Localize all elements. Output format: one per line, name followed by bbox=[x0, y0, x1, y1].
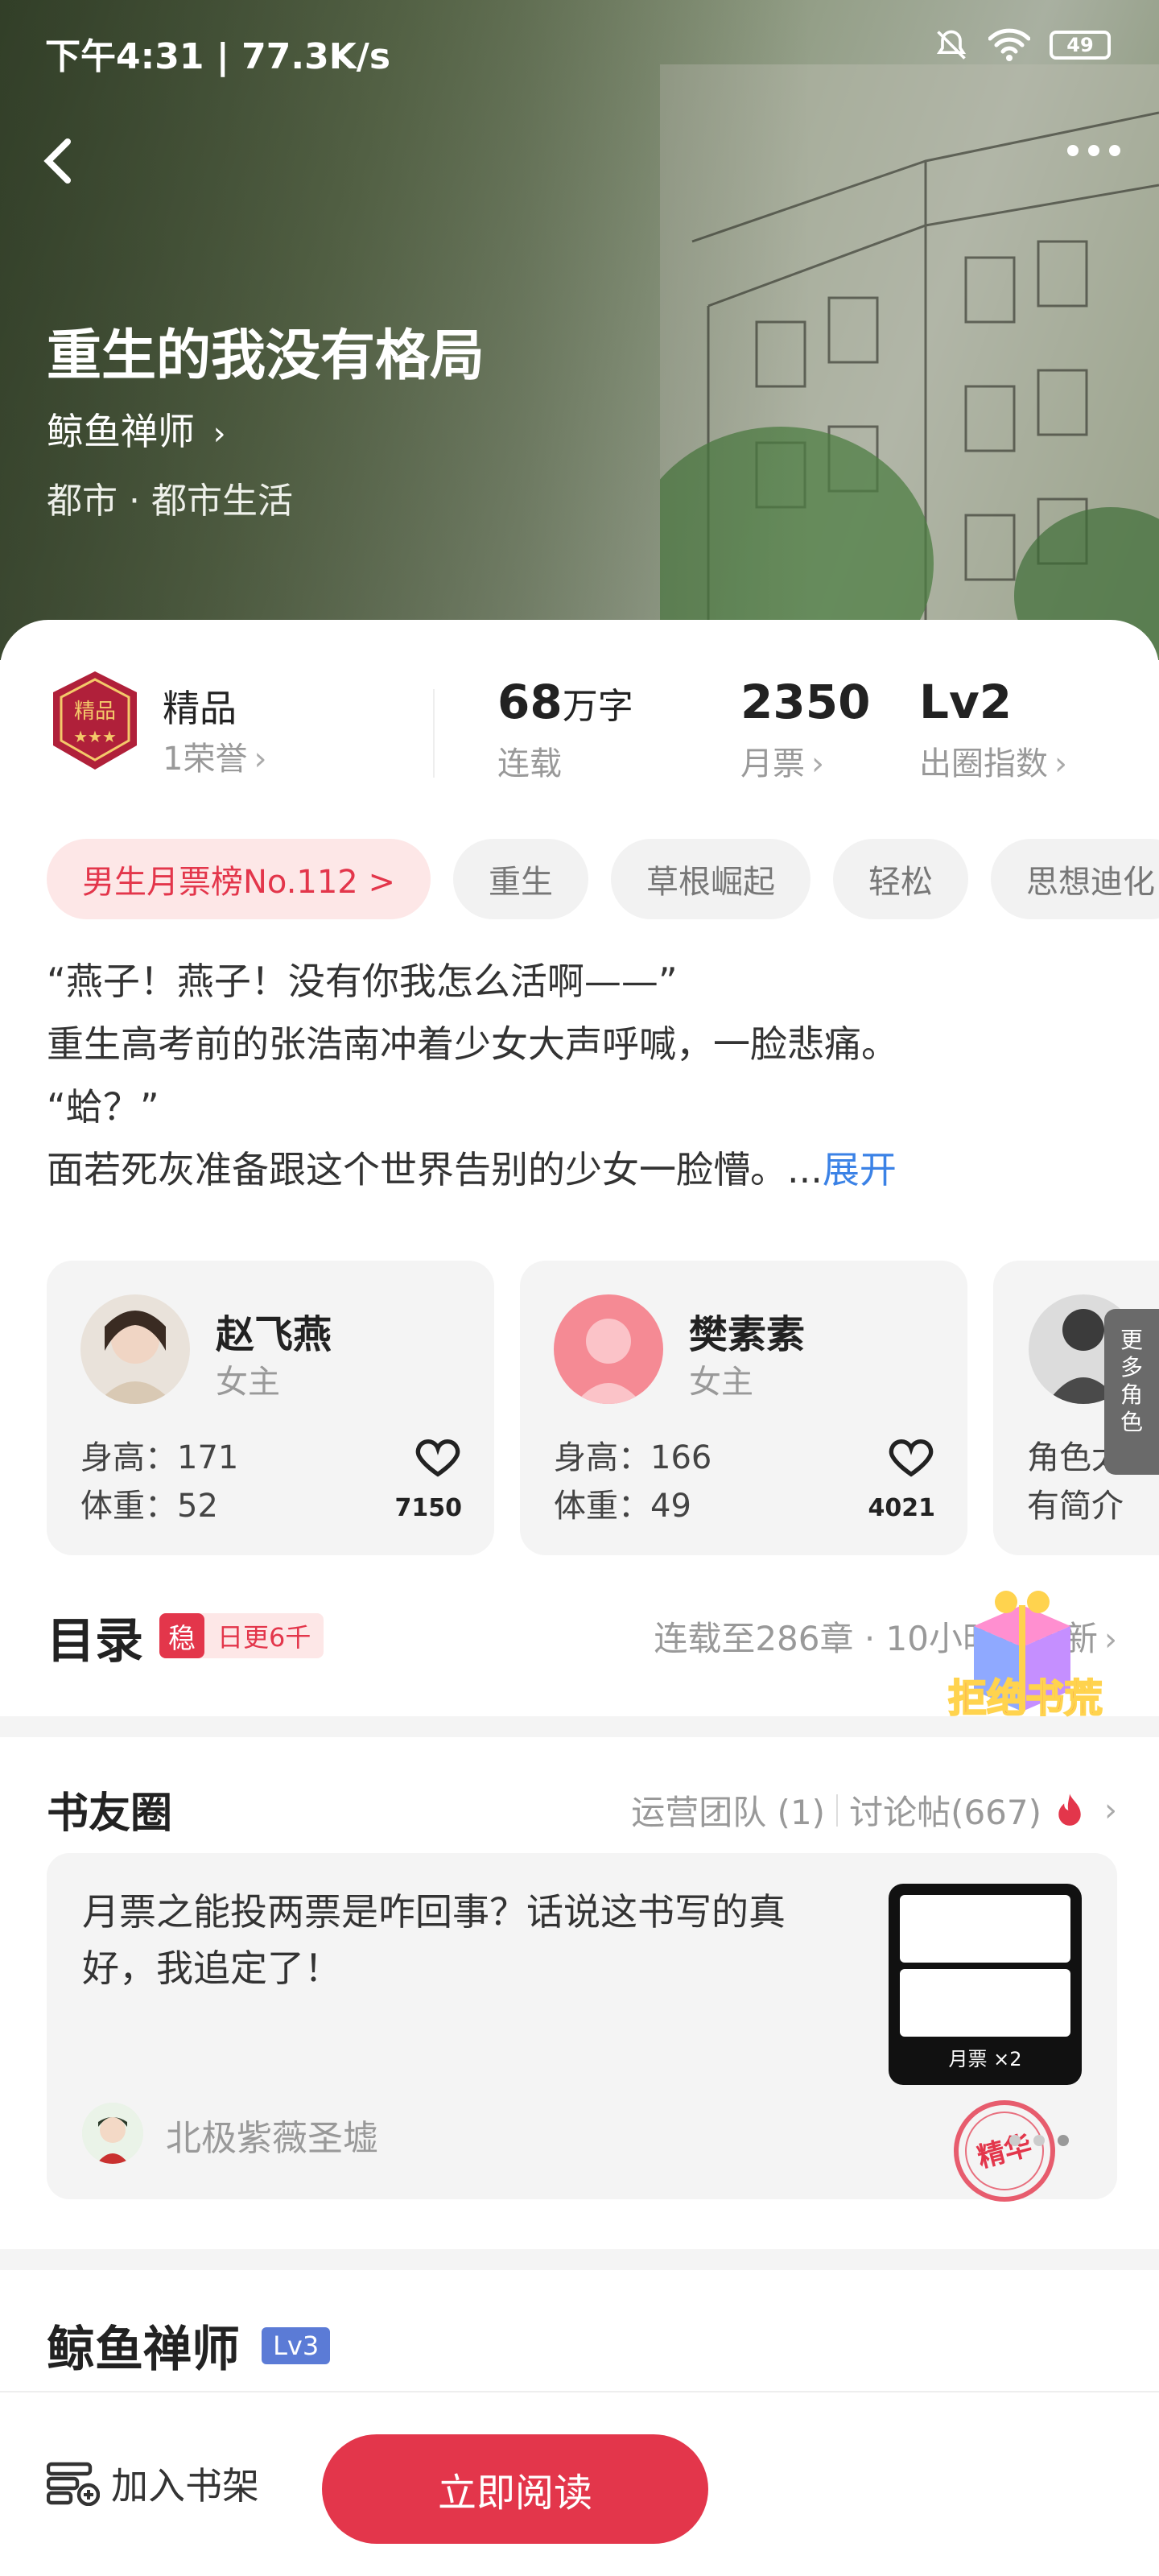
post-username[interactable]: 北极紫薇圣墟 bbox=[166, 2109, 378, 2161]
chevron-right-icon: › bbox=[212, 415, 226, 452]
back-arrow-icon[interactable] bbox=[26, 129, 90, 193]
author-section[interactable]: 鲸鱼禅师 Lv3 bbox=[47, 2310, 331, 2380]
author-section-name: 鲸鱼禅师 bbox=[47, 2322, 240, 2378]
heart-icon[interactable] bbox=[412, 1431, 464, 1483]
chevron-right-icon: › bbox=[254, 741, 267, 778]
svg-text:★★★: ★★★ bbox=[73, 727, 117, 746]
character-role: 女主 bbox=[689, 1364, 753, 1401]
character-weight: 体重：49 bbox=[554, 1488, 691, 1525]
character-name: 赵飞燕 bbox=[216, 1312, 332, 1357]
honor-link[interactable]: 1荣誉 › bbox=[163, 733, 266, 779]
circle-title: 书友圈 bbox=[47, 1790, 173, 1838]
tag-item[interactable]: 重生 bbox=[452, 839, 588, 919]
section-divider bbox=[0, 2249, 1159, 2270]
word-count-stat: 68万字 连载 bbox=[497, 675, 633, 784]
book-title: 重生的我没有格局 bbox=[47, 324, 485, 388]
character-height: 身高：166 bbox=[554, 1439, 712, 1476]
synopsis[interactable]: “燕子！燕子！没有你我怎么活啊——” 重生高考前的张浩南冲着少女大声呼喊，一脸悲… bbox=[47, 950, 1117, 1201]
heart-icon[interactable] bbox=[885, 1431, 937, 1483]
character-weight: 体重：52 bbox=[80, 1488, 218, 1525]
synopsis-line: 面若死灰准备跟这个世界告别的少女一脸懵。... bbox=[47, 1148, 823, 1191]
thumb-caption: 月票 ×2 bbox=[948, 2048, 1022, 2070]
character-name: 樊素素 bbox=[689, 1312, 806, 1357]
promo-label[interactable]: 拒绝书荒 bbox=[947, 1666, 1103, 1723]
carousel-dots bbox=[1009, 2135, 1069, 2146]
daily-update-label: 日更6千 bbox=[217, 1622, 311, 1653]
user-avatar[interactable] bbox=[82, 2103, 143, 2164]
quality-badge-icon: 精品 ★★★ bbox=[53, 671, 137, 770]
more-options-icon[interactable] bbox=[1067, 145, 1120, 156]
book-genre: 都市 · 都市生活 bbox=[47, 481, 293, 522]
popularity-level: Lv2 bbox=[919, 675, 1013, 729]
synopsis-line: “燕子！燕子！没有你我怎么活啊——” bbox=[47, 960, 678, 1003]
character-card[interactable]: 樊素素 女主 身高：166 体重：49 4021 bbox=[520, 1261, 967, 1555]
ops-team-link[interactable]: 运营团队 (1) bbox=[631, 1785, 825, 1835]
popularity-label: 出圈指数 bbox=[919, 745, 1048, 782]
synopsis-line: 重生高考前的张浩南冲着少女大声呼喊，一脸悲痛。 bbox=[47, 1022, 898, 1066]
wifi-icon bbox=[988, 28, 1030, 61]
monthly-ticket-value: 2350 bbox=[740, 675, 871, 729]
popularity-stat[interactable]: Lv2 出圈指数 › bbox=[919, 675, 1067, 784]
add-to-shelf-button[interactable]: 加入书架 bbox=[47, 2457, 259, 2510]
circle-meta[interactable]: 运营团队 (1) 讨论帖(667) › bbox=[631, 1785, 1117, 1835]
fire-icon bbox=[1058, 1793, 1081, 1826]
more-roles-button[interactable]: 更多角色 bbox=[1104, 1309, 1159, 1475]
author-level-badge: Lv3 bbox=[262, 2326, 331, 2364]
tag-item[interactable]: 思想迪化 bbox=[990, 839, 1159, 919]
chevron-right-icon: › bbox=[1104, 1791, 1117, 1829]
chevron-right-icon: › bbox=[1104, 1621, 1117, 1658]
character-card[interactable]: 赵飞燕 女主 身高：171 体重：52 7150 bbox=[47, 1261, 494, 1555]
author-name: 鲸鱼禅师 bbox=[47, 410, 195, 453]
add-to-shelf-label: 加入书架 bbox=[111, 2464, 259, 2508]
monthly-ticket-stat[interactable]: 2350 月票 › bbox=[740, 675, 870, 784]
read-now-button[interactable]: 立即阅读 bbox=[322, 2434, 708, 2544]
honor-count: 1荣誉 bbox=[163, 741, 248, 778]
stats-row: 精品 ★★★ 精品 1荣誉 › 68万字 连载 2350 月票 › Lv2 出圈指数… bbox=[47, 668, 1125, 789]
character-role: 女主 bbox=[216, 1364, 280, 1401]
character-avatar bbox=[80, 1294, 190, 1404]
synopsis-line: “蛤？” bbox=[47, 1085, 159, 1129]
character-avatar bbox=[554, 1294, 663, 1404]
chevron-right-icon: › bbox=[811, 745, 824, 782]
more-roles-label: 更多角色 bbox=[1120, 1327, 1144, 1435]
update-badge: 稳 日更6千 bbox=[159, 1613, 324, 1658]
tag-item[interactable]: 草根崛起 bbox=[610, 839, 810, 919]
author-link[interactable]: 鲸鱼禅师 › bbox=[47, 402, 226, 456]
expand-link[interactable]: 展开 bbox=[823, 1148, 897, 1191]
battery-icon: 49 bbox=[1050, 31, 1111, 60]
bell-off-icon bbox=[936, 30, 967, 60]
like-count: 7150 bbox=[394, 1494, 463, 1522]
character-height: 身高：171 bbox=[80, 1439, 239, 1476]
featured-stamp-icon: 精华 bbox=[954, 2100, 1055, 2202]
toc-title: 目录 bbox=[47, 1613, 143, 1670]
discussions-link[interactable]: 讨论帖(667) bbox=[849, 1785, 1041, 1835]
featured-post[interactable]: 月票之能投两票是咋回事？话说这书写的真好，我追定了！ 月票 ×2 北极紫薇圣墟 … bbox=[47, 1853, 1117, 2202]
quality-label: 精品 bbox=[163, 687, 237, 730]
bottom-action-bar: 加入书架 立即阅读 bbox=[0, 2391, 1159, 2576]
tag-list: 男生月票榜No.112 > 重生 草根崛起 轻松 思想迪化 bbox=[47, 839, 1159, 919]
word-count-unit: 万字 bbox=[562, 686, 633, 727]
monthly-ticket-label: 月票 bbox=[740, 745, 805, 782]
chevron-right-icon: › bbox=[1054, 745, 1067, 782]
character-list: 赵飞燕 女主 身高：171 体重：52 7150 樊素素 女主 身高：166 体… bbox=[47, 1261, 1159, 1555]
character-intro: 有简介 bbox=[1027, 1488, 1124, 1525]
steady-badge: 稳 bbox=[159, 1613, 204, 1658]
status-icons: 49 bbox=[934, 27, 1111, 63]
post-text: 月票之能投两票是咋回事？话说这书写的真好，我追定了！ bbox=[82, 1890, 786, 1990]
tag-item[interactable]: 轻松 bbox=[832, 839, 968, 919]
word-count-value: 68 bbox=[497, 675, 563, 729]
word-count-label: 连载 bbox=[497, 745, 562, 782]
status-time: 下午4:31 | 77.3K/s bbox=[45, 36, 391, 77]
tag-ranking[interactable]: 男生月票榜No.112 > bbox=[47, 839, 431, 919]
like-count: 4021 bbox=[868, 1494, 936, 1522]
post-thumbnail: 月票 ×2 bbox=[889, 1884, 1082, 2085]
svg-text:精品: 精品 bbox=[74, 700, 116, 724]
bookshelf-add-icon bbox=[47, 2462, 100, 2506]
